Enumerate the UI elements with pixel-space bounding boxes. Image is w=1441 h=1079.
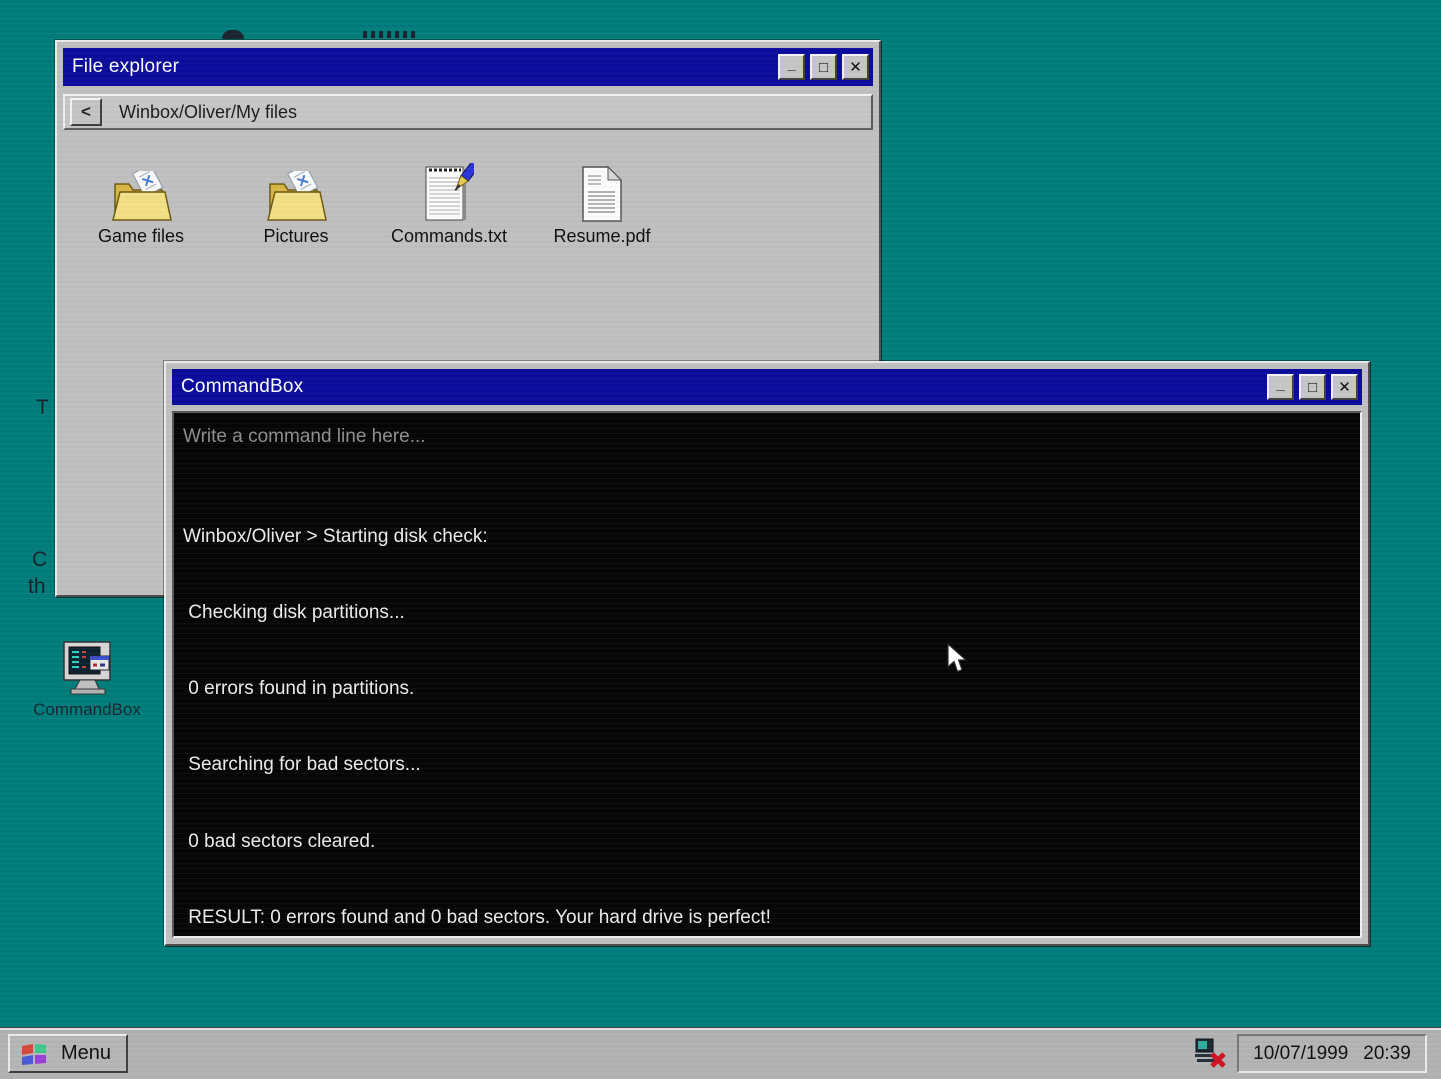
file-item-resume-pdf[interactable]: Resume.pdf xyxy=(527,157,677,247)
terminal-output-line: RESULT: 0 errors found and 0 bad sectors… xyxy=(183,905,1350,930)
close-button[interactable]: ✕ xyxy=(1331,374,1358,400)
terminal-output-line: 0 errors found in partitions. xyxy=(183,676,1350,701)
terminal-output-line: Winbox/Oliver > Starting disk check: xyxy=(183,524,1350,549)
partial-desktop-text: th xyxy=(28,575,46,599)
close-icon: ✕ xyxy=(849,60,862,75)
maximize-icon: □ xyxy=(819,60,828,75)
maximize-button[interactable]: □ xyxy=(810,54,837,80)
taskbar: Menu 10/07/1999 20:39 xyxy=(0,1028,1441,1079)
address-path[interactable]: Winbox/Oliver/My files xyxy=(119,102,297,123)
close-button[interactable]: ✕ xyxy=(842,54,869,80)
commandbox-title: CommandBox xyxy=(181,376,1262,398)
terminal-output-line: Checking disk partitions... xyxy=(183,600,1350,625)
menu-logo-icon xyxy=(20,1041,48,1067)
network-disconnected-icon[interactable] xyxy=(1193,1037,1227,1069)
file-explorer-title: File explorer xyxy=(72,56,773,78)
back-button[interactable]: < xyxy=(70,98,102,126)
file-item-pictures[interactable]: Pictures xyxy=(221,157,371,247)
file-item-commands-txt[interactable]: Commands.txt xyxy=(374,157,524,247)
desktop: T C th File explorer _ □ ✕ < Winbox/Oliv… xyxy=(0,0,1441,1079)
mouse-cursor xyxy=(946,643,970,675)
folder-open-icon xyxy=(66,157,216,223)
minimize-button[interactable]: _ xyxy=(1267,374,1294,400)
commandbox-titlebar[interactable]: CommandBox _ □ ✕ xyxy=(172,369,1362,405)
chevron-left-icon: < xyxy=(81,102,91,122)
maximize-button[interactable]: □ xyxy=(1299,374,1326,400)
folder-open-icon xyxy=(221,157,371,223)
hidden-desktop-icon-fragment xyxy=(222,30,244,39)
desktop-icon-commandbox[interactable]: CommandBox xyxy=(24,640,150,720)
hidden-desktop-icon-fragment xyxy=(363,31,415,38)
file-item-game-files[interactable]: Game files xyxy=(66,157,216,247)
terminal-output: Winbox/Oliver > Starting disk check: Che… xyxy=(183,473,1350,938)
file-label: Resume.pdf xyxy=(527,226,677,247)
desktop-icon-label: CommandBox xyxy=(24,700,150,720)
computer-monitor-icon xyxy=(24,640,150,698)
file-label: Commands.txt xyxy=(374,226,524,247)
maximize-icon: □ xyxy=(1308,380,1317,395)
close-icon: ✕ xyxy=(1338,380,1351,395)
commandbox-window: CommandBox _ □ ✕ Write a command line he… xyxy=(164,361,1370,946)
file-label: Game files xyxy=(66,226,216,247)
partial-desktop-text: T xyxy=(36,396,49,420)
file-explorer-titlebar[interactable]: File explorer _ □ ✕ xyxy=(63,48,873,86)
terminal-output-line: 0 bad sectors cleared. xyxy=(183,829,1350,854)
file-label: Pictures xyxy=(221,226,371,247)
terminal[interactable]: Write a command line here... Winbox/Oliv… xyxy=(172,411,1362,938)
clock-date: 10/07/1999 xyxy=(1253,1043,1348,1065)
menu-button-label: Menu xyxy=(61,1042,111,1065)
address-bar: < Winbox/Oliver/My files xyxy=(63,94,873,130)
document-icon xyxy=(527,157,677,223)
taskbar-clock[interactable]: 10/07/1999 20:39 xyxy=(1237,1034,1427,1073)
clock-time: 20:39 xyxy=(1363,1043,1411,1065)
minimize-icon: _ xyxy=(787,57,795,72)
minimize-icon: _ xyxy=(1276,377,1284,392)
terminal-output-line: Searching for bad sectors... xyxy=(183,752,1350,777)
partial-desktop-text: C xyxy=(32,548,47,572)
minimize-button[interactable]: _ xyxy=(778,54,805,80)
command-input-placeholder[interactable]: Write a command line here... xyxy=(183,425,1350,449)
menu-button[interactable]: Menu xyxy=(8,1034,128,1073)
notepad-icon xyxy=(374,157,524,223)
